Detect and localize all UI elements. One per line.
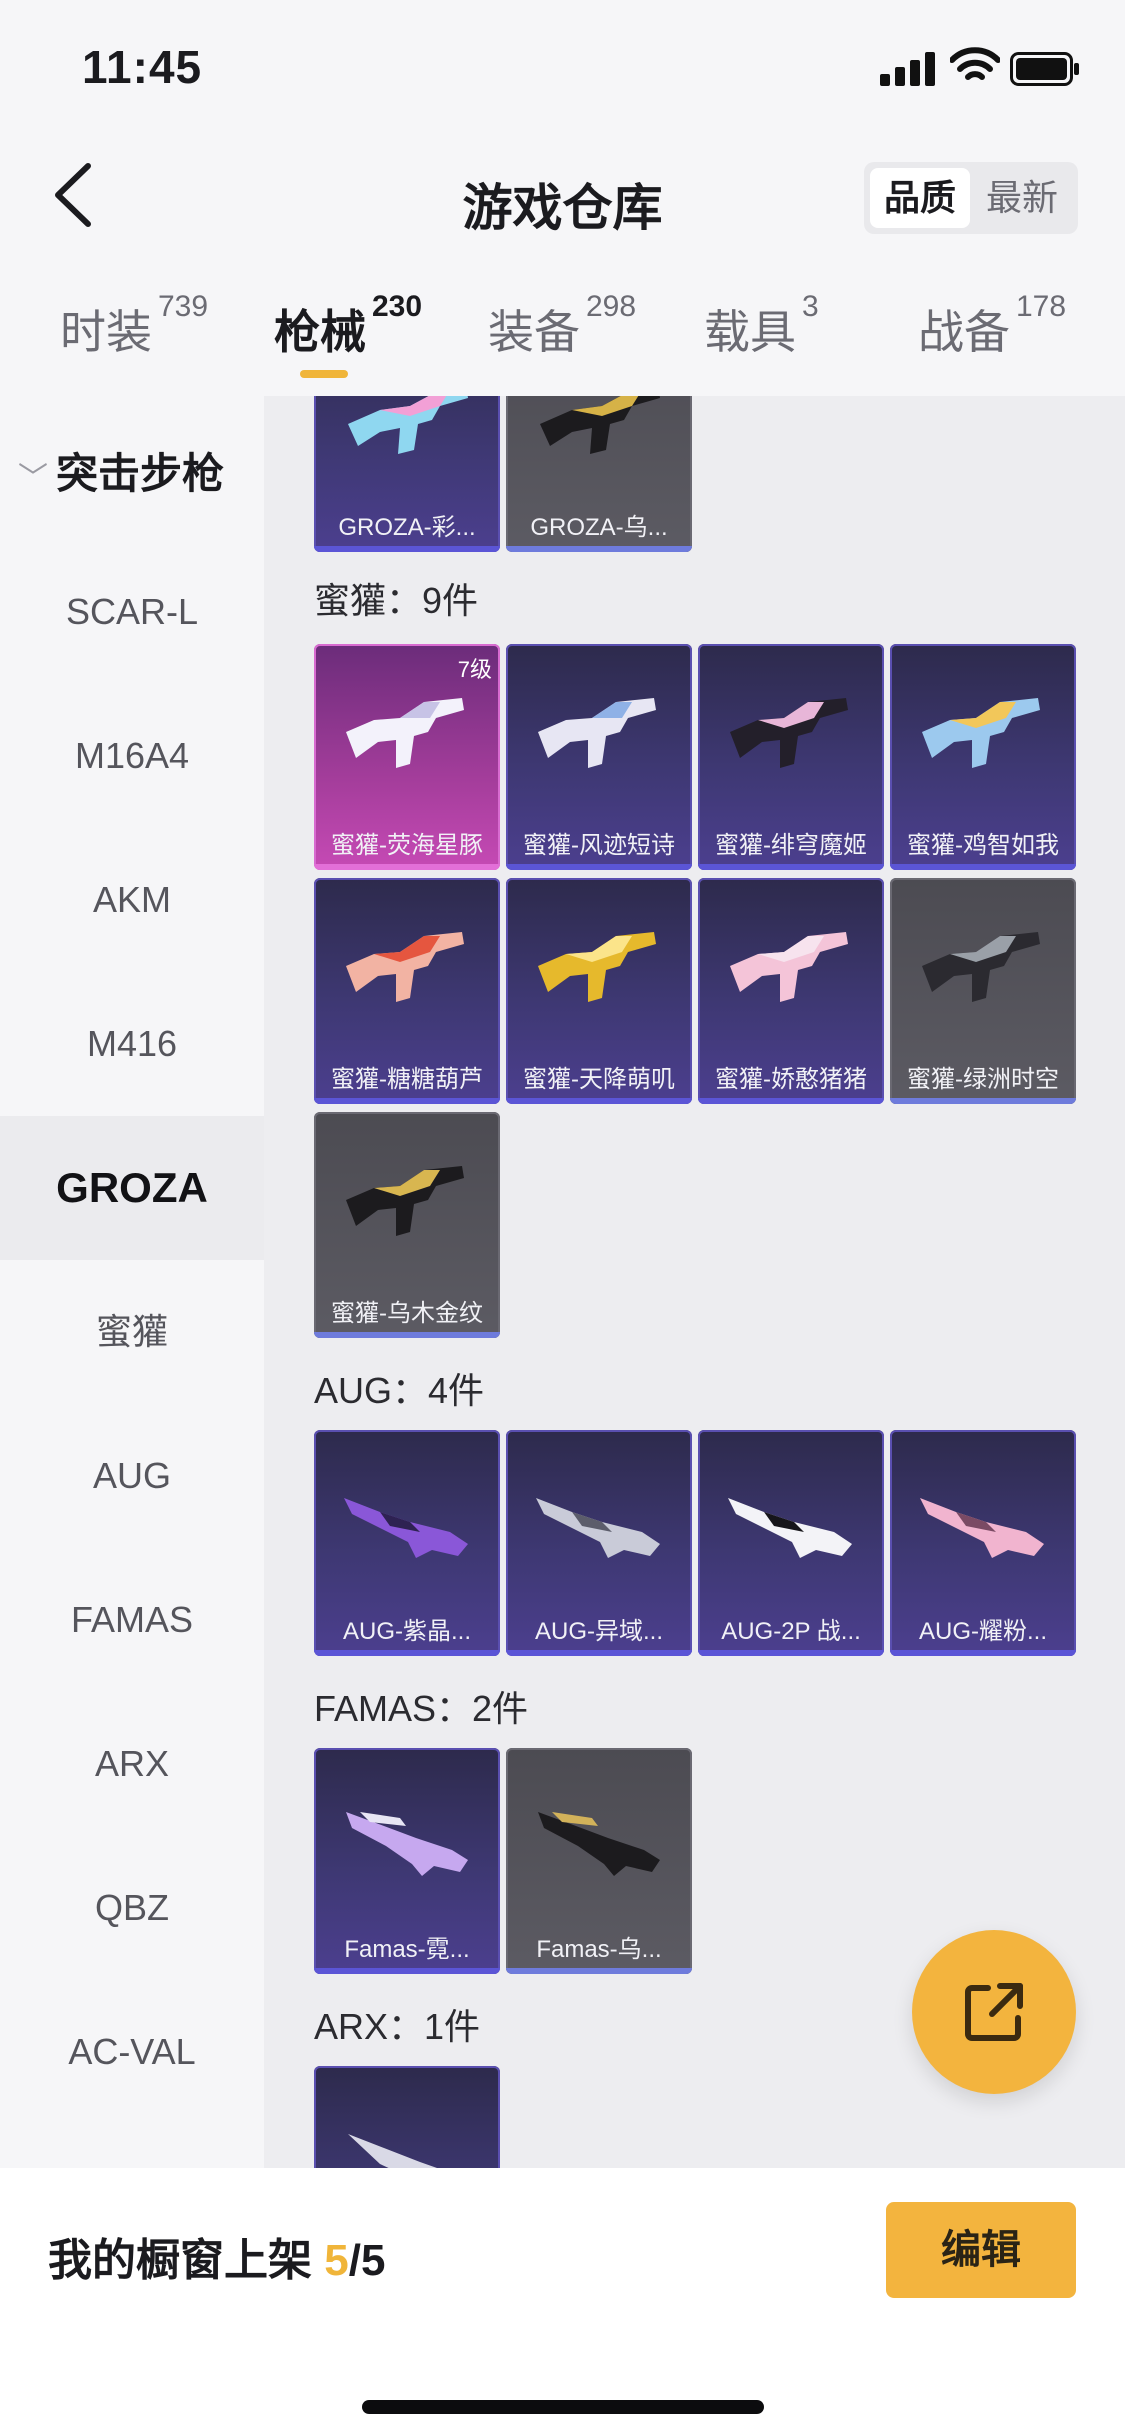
active-tab-indicator	[300, 370, 348, 378]
sort-toggle[interactable]: 品质 最新	[864, 162, 1078, 234]
rifle-icon	[540, 396, 660, 454]
weapon-card[interactable]: 7级 蜜獾-荧海星豚	[314, 644, 500, 870]
weapon-card[interactable]: Famas-霓...	[314, 1748, 500, 1974]
sidebar-item-groza[interactable]: GROZA	[0, 1116, 264, 1260]
rifle-icon	[348, 2134, 437, 2168]
home-indicator[interactable]	[362, 2400, 764, 2414]
smg-icon	[730, 932, 848, 1002]
weapon-sidebar: ﹀ 突击步枪 SCAR-L M16A4 AKM M416 GROZA 蜜獾 AUG…	[0, 396, 264, 2168]
weapon-card[interactable]: 蜜獾-天降萌叽	[506, 878, 692, 1104]
section-title-famas: FAMAS：2件	[314, 1688, 529, 1729]
weapon-card[interactable]: AUG-异域...	[506, 1430, 692, 1656]
sidebar-group-assault-rifles[interactable]: ﹀ 突击步枪	[18, 440, 224, 501]
sidebar-item-ac-val[interactable]: AC-VAL	[0, 1980, 264, 2124]
status-bar: 11:45	[0, 0, 1125, 140]
weapon-card[interactable]: GROZA-彩...	[314, 396, 500, 552]
rifle-icon	[344, 1498, 468, 1558]
sidebar-item-famas[interactable]: FAMAS	[0, 1548, 264, 1692]
wifi-icon	[950, 47, 1000, 80]
rifle-icon	[348, 396, 468, 454]
rifle-icon	[920, 1498, 1044, 1558]
weapon-card[interactable]: GROZA-乌...	[506, 396, 692, 552]
section-title-honey-badger: 蜜獾：9件	[314, 580, 479, 621]
share-icon	[965, 1983, 1023, 2041]
weapon-grid: GROZA-彩... GROZA-乌... 蜜獾：9件 7级 蜜獾-荧海星豚 蜜…	[264, 396, 1125, 2168]
chevron-down-icon: ﹀	[18, 462, 48, 495]
sidebar-item-qbz[interactable]: QBZ	[0, 1836, 264, 1980]
smg-icon	[346, 1166, 464, 1236]
rifle-icon	[346, 1812, 468, 1876]
weapon-card[interactable]: 蜜獾-绯穹魔姬	[698, 644, 884, 870]
category-tabs: 时装 739 枪械 230 装备 298 载具 3 战备 178	[0, 286, 1125, 396]
smg-icon	[922, 698, 1040, 768]
smg-icon	[538, 698, 656, 768]
weapon-card[interactable]: 蜜獾-糖糖葫芦	[314, 878, 500, 1104]
section-title-aug: AUG：4件	[314, 1370, 485, 1411]
weapon-card[interactable]: Famas-乌...	[506, 1748, 692, 1974]
weapon-card[interactable]: AUG-2P 战...	[698, 1430, 884, 1656]
smg-icon	[538, 932, 656, 1002]
sidebar-item-akm[interactable]: AKM	[0, 828, 264, 972]
sort-latest[interactable]: 最新	[972, 168, 1072, 228]
rifle-icon	[728, 1498, 852, 1558]
weapon-card[interactable]: 蜜獾-鸡智如我	[890, 644, 1076, 870]
smg-icon	[922, 932, 1040, 1002]
smg-icon	[346, 698, 464, 768]
sidebar-item-arx[interactable]: ARX	[0, 1692, 264, 1836]
rifle-icon	[538, 1812, 660, 1876]
shelf-status: 我的橱窗上架 5/5	[48, 2236, 386, 2285]
sidebar-item-m16a4[interactable]: M16A4	[0, 684, 264, 828]
sidebar-item-aug[interactable]: AUG	[0, 1404, 264, 1548]
tab-fashion[interactable]: 时装 739	[60, 290, 208, 362]
tab-vehicles[interactable]: 载具 3	[704, 290, 819, 362]
bottom-bar: 我的橱窗上架 5/5 编辑	[0, 2168, 1125, 2436]
tab-equipment[interactable]: 装备 298	[488, 290, 636, 362]
cellular-signal-icon	[880, 52, 935, 86]
weapon-card[interactable]: 蜜獾-娇憨猪猪	[698, 878, 884, 1104]
tab-supplies[interactable]: 战备 178	[918, 290, 1066, 362]
weapon-card[interactable]: AUG-紫晶...	[314, 1430, 500, 1656]
sort-quality[interactable]: 品质	[870, 168, 970, 228]
sidebar-item-scar-l[interactable]: SCAR-L	[0, 540, 264, 684]
tab-weapons[interactable]: 枪械 230	[274, 290, 422, 362]
weapon-card[interactable]: AUG-耀粉...	[890, 1430, 1076, 1656]
weapon-card[interactable]: 蜜獾-风迹短诗	[506, 644, 692, 870]
weapon-card[interactable]: 蜜獾-乌木金纹	[314, 1112, 500, 1338]
section-title-arx: ARX：1件	[314, 2006, 481, 2047]
weapon-card[interactable]	[314, 2066, 500, 2168]
sidebar-item-honey-badger[interactable]: 蜜獾	[0, 1260, 264, 1404]
smg-icon	[730, 698, 848, 768]
sidebar-item-m416[interactable]: M416	[0, 972, 264, 1116]
edit-button[interactable]: 编辑	[886, 2202, 1076, 2298]
weapon-card[interactable]: 蜜獾-绿洲时空	[890, 878, 1076, 1104]
battery-icon	[1010, 52, 1079, 86]
share-button[interactable]	[912, 1930, 1076, 2094]
smg-icon	[346, 932, 464, 1002]
status-time: 11:45	[82, 41, 203, 93]
rifle-icon	[536, 1498, 660, 1558]
